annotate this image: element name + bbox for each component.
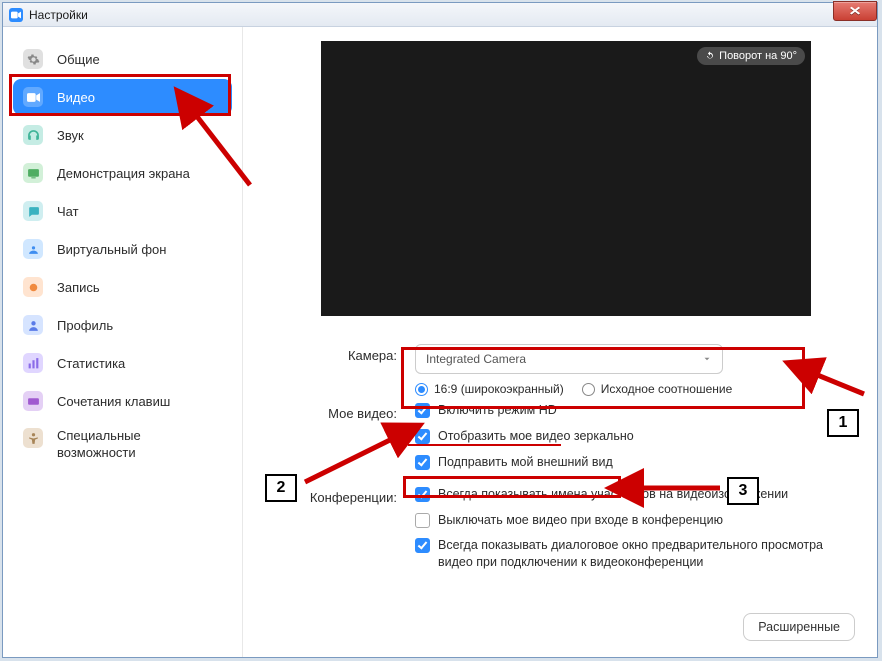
statistics-icon (23, 353, 43, 373)
sidebar-item-accessibility[interactable]: Специальные возможности (13, 421, 232, 469)
chat-icon (23, 201, 43, 221)
window-title: Настройки (29, 8, 88, 22)
app-icon (9, 8, 23, 22)
virtual-bg-icon (23, 239, 43, 259)
main-panel: Поворот на 90° Камера: Integrated Camera (243, 27, 877, 657)
checkbox-icon (415, 429, 430, 444)
sidebar-item-virtual-bg[interactable]: Виртуальный фон (13, 231, 232, 267)
my-video-label: Мое видео: (261, 402, 397, 480)
sidebar-item-shortcuts[interactable]: Сочетания клавиш (13, 383, 232, 419)
radio-label: Исходное соотношение (601, 382, 733, 396)
touch-up-checkbox[interactable]: Подправить мой внешний вид (415, 454, 857, 471)
rotate-button[interactable]: Поворот на 90° (697, 47, 805, 65)
gear-icon (23, 49, 43, 69)
sidebar-item-label: Чат (57, 204, 79, 219)
camera-select[interactable]: Integrated Camera (415, 344, 723, 374)
sidebar-item-audio[interactable]: Звук (13, 117, 232, 153)
radio-icon (415, 383, 428, 396)
sidebar-item-label: Общие (57, 52, 100, 67)
chevron-down-icon (702, 354, 712, 364)
camera-label: Камера: (261, 344, 397, 396)
settings-window: Настройки ✕ Общие Видео Звук Демонстраци… (2, 2, 878, 658)
checkbox-icon (415, 538, 430, 553)
sidebar-item-label: Запись (57, 280, 100, 295)
sidebar: Общие Видео Звук Демонстрация экрана Чат (3, 27, 243, 657)
record-icon (23, 277, 43, 297)
checkbox-icon (415, 455, 430, 470)
sidebar-item-statistics[interactable]: Статистика (13, 345, 232, 381)
advanced-button[interactable]: Расширенные (743, 613, 855, 641)
camera-selected-value: Integrated Camera (426, 352, 526, 366)
annotation-number-2: 2 (265, 474, 297, 502)
content: Общие Видео Звук Демонстрация экрана Чат (3, 27, 877, 657)
annotation-number-1: 1 (827, 409, 859, 437)
sidebar-item-video[interactable]: Видео (13, 79, 232, 115)
annotation-number-3: 3 (727, 477, 759, 505)
sidebar-item-label: Видео (57, 90, 95, 105)
checkbox-icon (415, 403, 430, 418)
settings-form: Камера: Integrated Camera 16:9 (широкоэк… (261, 344, 857, 580)
accessibility-icon (23, 428, 43, 448)
show-names-checkbox[interactable]: Всегда показывать имена участников на ви… (415, 486, 857, 503)
sidebar-item-label: Профиль (57, 318, 113, 333)
sidebar-item-general[interactable]: Общие (13, 41, 232, 77)
checkbox-label: Отобразить мое видео зеркально (438, 428, 634, 445)
preview-dialog-checkbox[interactable]: Всегда показывать диалоговое окно предва… (415, 537, 857, 571)
titlebar: Настройки ✕ (3, 3, 877, 27)
window-close-button[interactable]: ✕ (833, 1, 877, 21)
sidebar-item-label: Виртуальный фон (57, 242, 166, 257)
profile-icon (23, 315, 43, 335)
checkbox-label: Подправить мой внешний вид (438, 454, 613, 471)
enable-hd-checkbox[interactable]: Включить режим HD (415, 402, 857, 419)
mirror-video-checkbox[interactable]: Отобразить мое видео зеркально (415, 428, 857, 445)
sidebar-item-label: Специальные возможности (57, 428, 222, 462)
checkbox-label: Выключать мое видео при входе в конферен… (438, 512, 723, 529)
headphones-icon (23, 125, 43, 145)
sidebar-item-label: Демонстрация экрана (57, 166, 190, 181)
sidebar-item-chat[interactable]: Чат (13, 193, 232, 229)
checkbox-label: Включить режим HD (438, 402, 557, 419)
video-icon (23, 87, 43, 107)
radio-icon (582, 383, 595, 396)
sidebar-item-label: Сочетания клавиш (57, 394, 170, 409)
video-off-join-checkbox[interactable]: Выключать мое видео при входе в конферен… (415, 512, 857, 529)
checkbox-label: Всегда показывать диалоговое окно предва… (438, 537, 838, 571)
advanced-button-label: Расширенные (758, 620, 840, 634)
rotate-icon (705, 51, 715, 61)
checkbox-icon (415, 487, 430, 502)
sidebar-item-profile[interactable]: Профиль (13, 307, 232, 343)
radio-label: 16:9 (широкоэкранный) (434, 382, 564, 396)
sidebar-item-label: Звук (57, 128, 84, 143)
sidebar-item-label: Статистика (57, 356, 125, 371)
video-preview: Поворот на 90° (321, 41, 811, 316)
close-icon: ✕ (848, 4, 861, 18)
share-screen-icon (23, 163, 43, 183)
sidebar-item-recording[interactable]: Запись (13, 269, 232, 305)
checkbox-icon (415, 513, 430, 528)
aspect-16-9-radio[interactable]: 16:9 (широкоэкранный) (415, 382, 564, 396)
rotate-label: Поворот на 90° (719, 50, 797, 62)
sidebar-item-share-screen[interactable]: Демонстрация экрана (13, 155, 232, 191)
aspect-original-radio[interactable]: Исходное соотношение (582, 382, 733, 396)
keyboard-icon (23, 391, 43, 411)
